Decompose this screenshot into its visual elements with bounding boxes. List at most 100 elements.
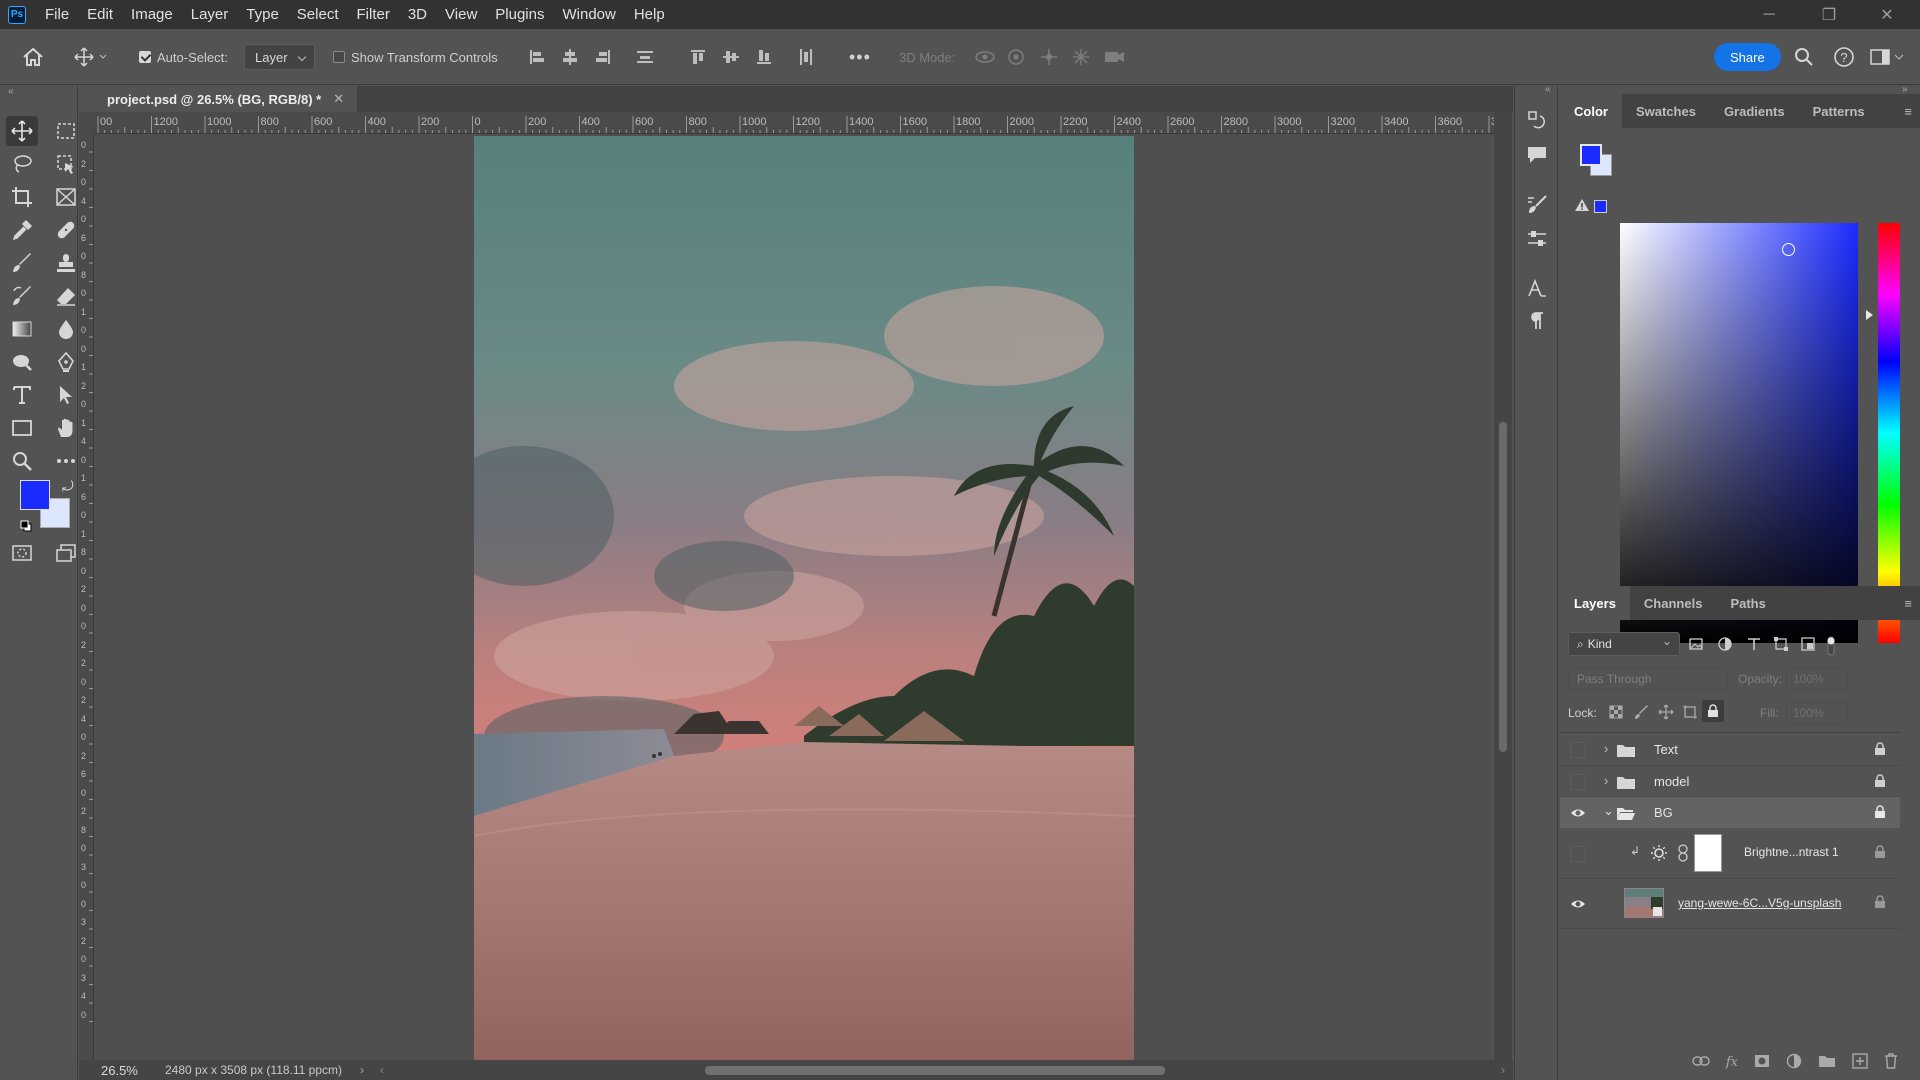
menu-view[interactable]: View [436,6,486,23]
align-bottom-edges-icon[interactable] [755,29,773,85]
status-menu-arrow-icon[interactable]: › [360,1063,364,1077]
workspace-icon[interactable] [1870,29,1906,85]
healing-brush-tool-icon[interactable] [50,215,82,245]
layer-visibility-toggle[interactable] [1570,774,1586,790]
more-options-icon[interactable]: ••• [849,29,871,85]
rectangle-tool-icon[interactable] [6,413,38,443]
color-panel-foreground-swatch[interactable] [1580,144,1602,166]
move-tool-icon[interactable] [6,116,38,146]
layer-visibility-toggle[interactable] [1570,846,1586,862]
align-left-edges-icon[interactable] [528,29,546,85]
crop-tool-icon[interactable] [6,182,38,212]
layer-thumbnail[interactable] [1624,888,1664,918]
layer-name[interactable]: model [1654,774,1689,789]
color-saturation-brightness-field[interactable] [1620,223,1858,643]
new-group-icon[interactable] [1818,1054,1836,1071]
close-document-icon[interactable]: ✕ [333,91,344,107]
eyedropper-tool-icon[interactable] [6,215,38,245]
layer-mask-thumbnail[interactable] [1694,834,1722,872]
lasso-tool-icon[interactable] [6,149,38,179]
clone-stamp-tool-icon[interactable] [50,248,82,278]
menu-help[interactable]: Help [625,6,674,23]
scroll-left-arrow-icon[interactable]: ‹ [380,1063,384,1077]
auto-select-checkbox[interactable]: Auto-Select: [139,29,228,85]
hand-tool-icon[interactable] [50,413,82,443]
brush-tool-icon[interactable] [6,248,38,278]
show-transform-check-icon[interactable] [333,51,345,63]
tab-gradients[interactable]: Gradients [1710,94,1799,128]
align-horizontal-centers-icon[interactable] [561,29,579,85]
menu-image[interactable]: Image [122,6,182,23]
eye-icon[interactable] [1570,805,1586,821]
tab-swatches[interactable]: Swatches [1622,94,1710,128]
color-picker-ring-icon[interactable] [1782,243,1795,256]
opacity-field[interactable]: 100% [1786,668,1848,690]
frame-tool-icon[interactable] [50,182,82,212]
collapse-toolbar-icon[interactable]: « [8,86,14,97]
rectangular-marquee-tool-icon[interactable] [50,116,82,146]
zoom-tool-icon[interactable] [6,446,38,476]
default-colors-icon[interactable] [20,520,32,532]
color-panel-menu-icon[interactable]: ≡ [1904,104,1912,119]
screen-mode-icon[interactable] [50,538,82,568]
mask-link-icon[interactable] [1678,844,1688,865]
3d-slide-icon[interactable] [1071,29,1091,85]
edit-toolbar-icon[interactable] [50,446,82,476]
adjustments-panel-icon[interactable] [1524,226,1550,252]
brush-settings-panel-icon[interactable] [1524,192,1550,218]
menu-layer[interactable]: Layer [182,6,238,23]
vertical-scrollbar-thumb[interactable] [1499,422,1507,752]
layer-name[interactable]: yang-wewe-6C...V5g-unsplash [1678,896,1841,910]
paragraph-panel-icon[interactable] [1524,308,1550,334]
show-transform-controls-checkbox[interactable]: Show Transform Controls [333,29,498,85]
lock-position-icon[interactable] [1658,704,1674,723]
layer-row-text[interactable]: › Text [1560,734,1900,766]
filter-type-layers-icon[interactable] [1746,636,1762,655]
menu-file[interactable]: File [36,6,78,23]
lock-image-pixels-icon[interactable] [1634,704,1650,723]
ruler-origin[interactable] [79,112,94,134]
blur-tool-icon[interactable] [50,314,82,344]
3d-scale-icon[interactable] [1103,29,1127,85]
vertical-ruler[interactable]: 0 2 0 4 0 6 0 8 0 1 0 0 1 2 0 1 4 0 1 6 0 1 8 0 2 0 0 2 2 0 2 4 0 2 6 0 2 8 0 3… [79,134,94,1060]
auto-select-check-icon[interactable] [139,51,151,63]
tab-color[interactable]: Color [1560,94,1622,128]
delete-layer-icon[interactable] [1884,1052,1898,1072]
hue-slider[interactable] [1878,223,1900,643]
gradient-tool-icon[interactable] [6,314,38,344]
object-selection-tool-icon[interactable] [50,149,82,179]
eraser-tool-icon[interactable] [50,281,82,311]
pen-tool-icon[interactable] [50,347,82,377]
menu-window[interactable]: Window [553,6,624,23]
lock-artboards-icon[interactable] [1682,704,1698,723]
document-canvas-image[interactable] [474,136,1134,1060]
eye-icon[interactable] [1570,896,1586,912]
expand-chevron-icon[interactable]: › [1604,773,1608,788]
hue-slider-handle-icon[interactable] [1866,310,1873,320]
menu-plugins[interactable]: Plugins [486,6,553,23]
scroll-right-arrow-icon[interactable]: › [1501,1063,1505,1077]
character-panel-icon[interactable] [1524,276,1550,302]
layer-name[interactable]: BG [1654,805,1673,820]
collapse-strip-icon[interactable]: « [1545,84,1551,95]
layer-name[interactable]: Text [1654,742,1678,757]
add-mask-icon[interactable] [1754,1054,1770,1071]
horizontal-ruler[interactable]: 00 1200 1000 800 600 400 200 0 200 400 600 800 1000 1… [94,112,1509,134]
swap-colors-icon[interactable]: ⤾ [62,478,74,495]
filter-toggle-icon[interactable] [1824,635,1838,660]
3d-pan-icon[interactable] [1039,29,1059,85]
3d-roll-icon[interactable] [1006,29,1026,85]
layers-panel-menu-icon[interactable]: ≡ [1904,596,1912,611]
document-tab[interactable]: project.psd @ 26.5% (BG, RGB/8) * ✕ [79,86,357,112]
filter-adjustment-layers-icon[interactable] [1717,636,1733,655]
foreground-color-swatch[interactable] [20,480,50,510]
lock-transparent-pixels-icon[interactable] [1608,704,1624,723]
out-of-gamut-warning-icon[interactable] [1574,198,1590,215]
lock-all-icon[interactable] [1702,700,1724,722]
3d-orbit-icon[interactable] [974,29,996,85]
distribute-vertical-icon[interactable] [636,29,654,85]
menu-select[interactable]: Select [288,6,348,23]
comments-panel-icon[interactable] [1524,142,1550,168]
path-selection-tool-icon[interactable] [50,380,82,410]
minimize-icon[interactable]: ─ [1740,0,1798,29]
